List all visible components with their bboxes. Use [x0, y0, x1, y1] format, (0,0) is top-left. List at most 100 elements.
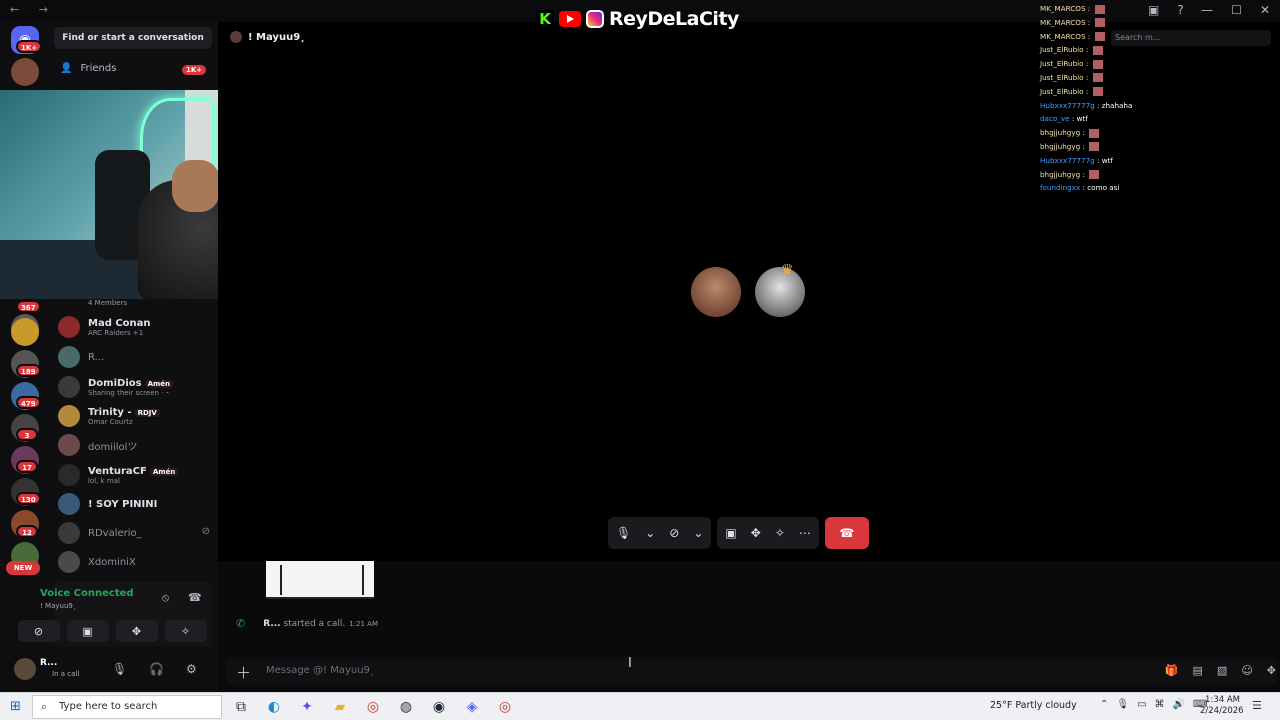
chrome-profile-icon[interactable]: ◎ — [496, 698, 514, 716]
dm-item[interactable]: RDvalerio_ ⊘ — [58, 520, 214, 546]
copilot-icon[interactable]: ✦ — [298, 698, 316, 716]
end-call-button[interactable]: ☎ — [824, 517, 869, 549]
steam-icon[interactable]: ◉ — [430, 698, 448, 716]
server-icon[interactable] — [11, 318, 39, 346]
monitor-tray-icon[interactable]: ▭ — [1137, 699, 1146, 710]
settings-gear-icon[interactable]: ⚙ — [186, 662, 197, 676]
maximize-button[interactable]: ☐ — [1231, 3, 1242, 17]
mic-icon[interactable]: 🎙 — [616, 526, 631, 540]
share-screen-button[interactable]: ▣ — [66, 620, 109, 642]
separator: : — [1094, 100, 1102, 110]
dm-name: VenturaCF Amén — [88, 466, 179, 477]
taskbar-apps: ⧉ ◐ ✦ ▰ ◎ ◍ ◉ ◈ ◎ — [232, 698, 514, 716]
chat-username: MK_MARCOS — [1040, 17, 1086, 27]
minimize-button[interactable]: — — [1201, 3, 1213, 17]
chat-text: zhahaha — [1101, 100, 1133, 110]
chat-text: wtf — [1076, 114, 1088, 124]
dm-status: lol, k mal — [88, 476, 120, 485]
sticker-icon[interactable]: ▧ — [1217, 664, 1227, 677]
file-explorer-icon[interactable]: ▰ — [331, 698, 349, 716]
volume-icon[interactable]: 🔊 — [1173, 699, 1185, 710]
more-options-icon[interactable]: ⋯ — [799, 526, 811, 540]
emoji-icon[interactable]: ☺ — [1241, 664, 1252, 677]
stream-chat-message: Just_ElRubio : — [1040, 57, 1200, 71]
message-input[interactable]: ＋ Message @! Mayuu9ٕ 🎁 ▤ ▧ ☺ ✥ — [226, 657, 1276, 685]
chevron-down-icon[interactable]: ⌄ — [645, 526, 655, 540]
stream-chat-message: Hubxxx77777g : wtf — [1040, 154, 1200, 168]
activities-icon[interactable]: ✥ — [751, 526, 761, 540]
disconnect-icon[interactable]: ☎ — [188, 591, 202, 604]
stream-brand-overlay: K ReyDeLaCity — [536, 6, 739, 32]
channel-avatar — [230, 31, 242, 43]
dm-item[interactable]: Trinity - RDJV Omar Courtz — [58, 403, 214, 429]
discord-icon[interactable]: ◈ — [463, 698, 481, 716]
gift-icon[interactable]: 🎁 — [1165, 664, 1179, 677]
weather-widget[interactable]: 25°F Partly cloudy — [990, 700, 1077, 711]
dm-item[interactable]: VenturaCF Amén lol, k mal — [58, 462, 214, 488]
friends-icon: 👤 — [60, 63, 73, 74]
participant-avatar[interactable] — [755, 267, 805, 317]
task-view-icon[interactable]: ⧉ — [232, 698, 250, 716]
call-starter[interactable]: R... — [263, 619, 280, 629]
voice-channel[interactable]: ! Mayuu9ٕ — [40, 602, 73, 610]
emote-icon — [1089, 142, 1100, 152]
chat-username: bhgjjuhgyg — [1040, 128, 1081, 138]
chat-text: wtf — [1101, 155, 1113, 165]
share-screen-icon[interactable]: ▣ — [725, 526, 736, 540]
obs-icon[interactable]: ◍ — [397, 698, 415, 716]
channel-header: ! Mayuu9ٕ — [230, 31, 300, 43]
camera-off-icon[interactable]: ⊘ — [669, 526, 679, 540]
soundboard-button[interactable]: ✧ — [164, 620, 207, 642]
share-controls: ▣ ✥ ✧ ⋯ — [717, 517, 819, 549]
voice-status: Voice Connected — [40, 588, 134, 599]
image-attachment[interactable] — [266, 561, 374, 599]
crown-icon: ♛ — [781, 262, 794, 278]
dm-status: Omar Courtz — [88, 417, 133, 426]
dm-item[interactable]: R... — [58, 344, 214, 370]
headphones-icon[interactable]: 🎧 — [149, 662, 164, 676]
clan-tag: Amén — [149, 467, 179, 476]
dm-item[interactable]: XdominiX — [58, 549, 214, 575]
chat-username: bhgjjuhgyg — [1040, 169, 1081, 179]
close-button[interactable]: ✕ — [1260, 3, 1270, 17]
message-tools: 🎁 ▤ ▧ ☺ ✥ — [1165, 664, 1276, 677]
activities-button[interactable]: ✥ — [115, 620, 158, 642]
find-conversation-button[interactable]: Find or start a conversation — [54, 27, 212, 49]
dm-item[interactable]: DomiDios Amén Sharing their screen · ⁃ — [58, 374, 214, 400]
clock[interactable]: 1:34 AM 2/24/2026 — [1200, 695, 1244, 717]
participant-avatar[interactable] — [691, 267, 741, 317]
network-icon[interactable]: ⌘ — [1155, 699, 1165, 710]
nav-arrows[interactable]: ← → — [10, 3, 56, 16]
emote-icon — [1089, 170, 1100, 180]
chat-username: Just_ElRubio — [1040, 45, 1084, 55]
windows-start-icon[interactable]: ⊞ — [10, 699, 21, 714]
user-avatar[interactable] — [14, 658, 36, 680]
separator: : — [1085, 17, 1093, 27]
dm-item[interactable]: domiilolツ — [58, 432, 214, 458]
edge-icon[interactable]: ◐ — [265, 698, 283, 716]
soundboard-icon[interactable]: ✧ — [775, 526, 785, 540]
chevron-up-icon[interactable]: ⌃ — [1100, 699, 1108, 710]
camera-off-button[interactable]: ⊘ — [17, 620, 60, 642]
noise-suppression-icon[interactable]: ⦸ — [162, 591, 169, 605]
chevron-down-icon[interactable]: ⌄ — [693, 526, 703, 540]
notifications-icon[interactable]: ☰ — [1252, 699, 1262, 712]
server-icon[interactable] — [11, 58, 39, 86]
dm-item[interactable]: Mad Conan ARC Raiders +1 — [58, 314, 214, 340]
dm-status: Sharing their screen · ⁃ — [88, 388, 170, 397]
chrome-icon[interactable]: ◎ — [364, 698, 382, 716]
avatar — [58, 464, 80, 486]
emote-icon — [1094, 18, 1105, 28]
dm-item[interactable]: ! SOY PININI — [58, 491, 214, 517]
gif-icon[interactable]: ▤ — [1193, 664, 1203, 677]
taskbar-search-input[interactable]: ⌕ Type here to search — [32, 695, 222, 719]
search-icon: ⌕ — [41, 700, 48, 713]
add-attachment-icon[interactable]: ＋ — [236, 662, 251, 683]
dm-name: ! SOY PININI — [88, 498, 158, 510]
media-controls: 🎙 ⌄ ⊘ ⌄ — [608, 517, 712, 549]
friends-nav-item[interactable]: 👤 Friends 1K+ — [60, 63, 207, 75]
new-badge: NEW — [6, 561, 40, 575]
mic-icon[interactable]: 🎙 — [112, 662, 127, 676]
apps-icon[interactable]: ✥ — [1267, 664, 1276, 677]
mic-tray-icon[interactable]: 🎙 — [1116, 699, 1129, 710]
